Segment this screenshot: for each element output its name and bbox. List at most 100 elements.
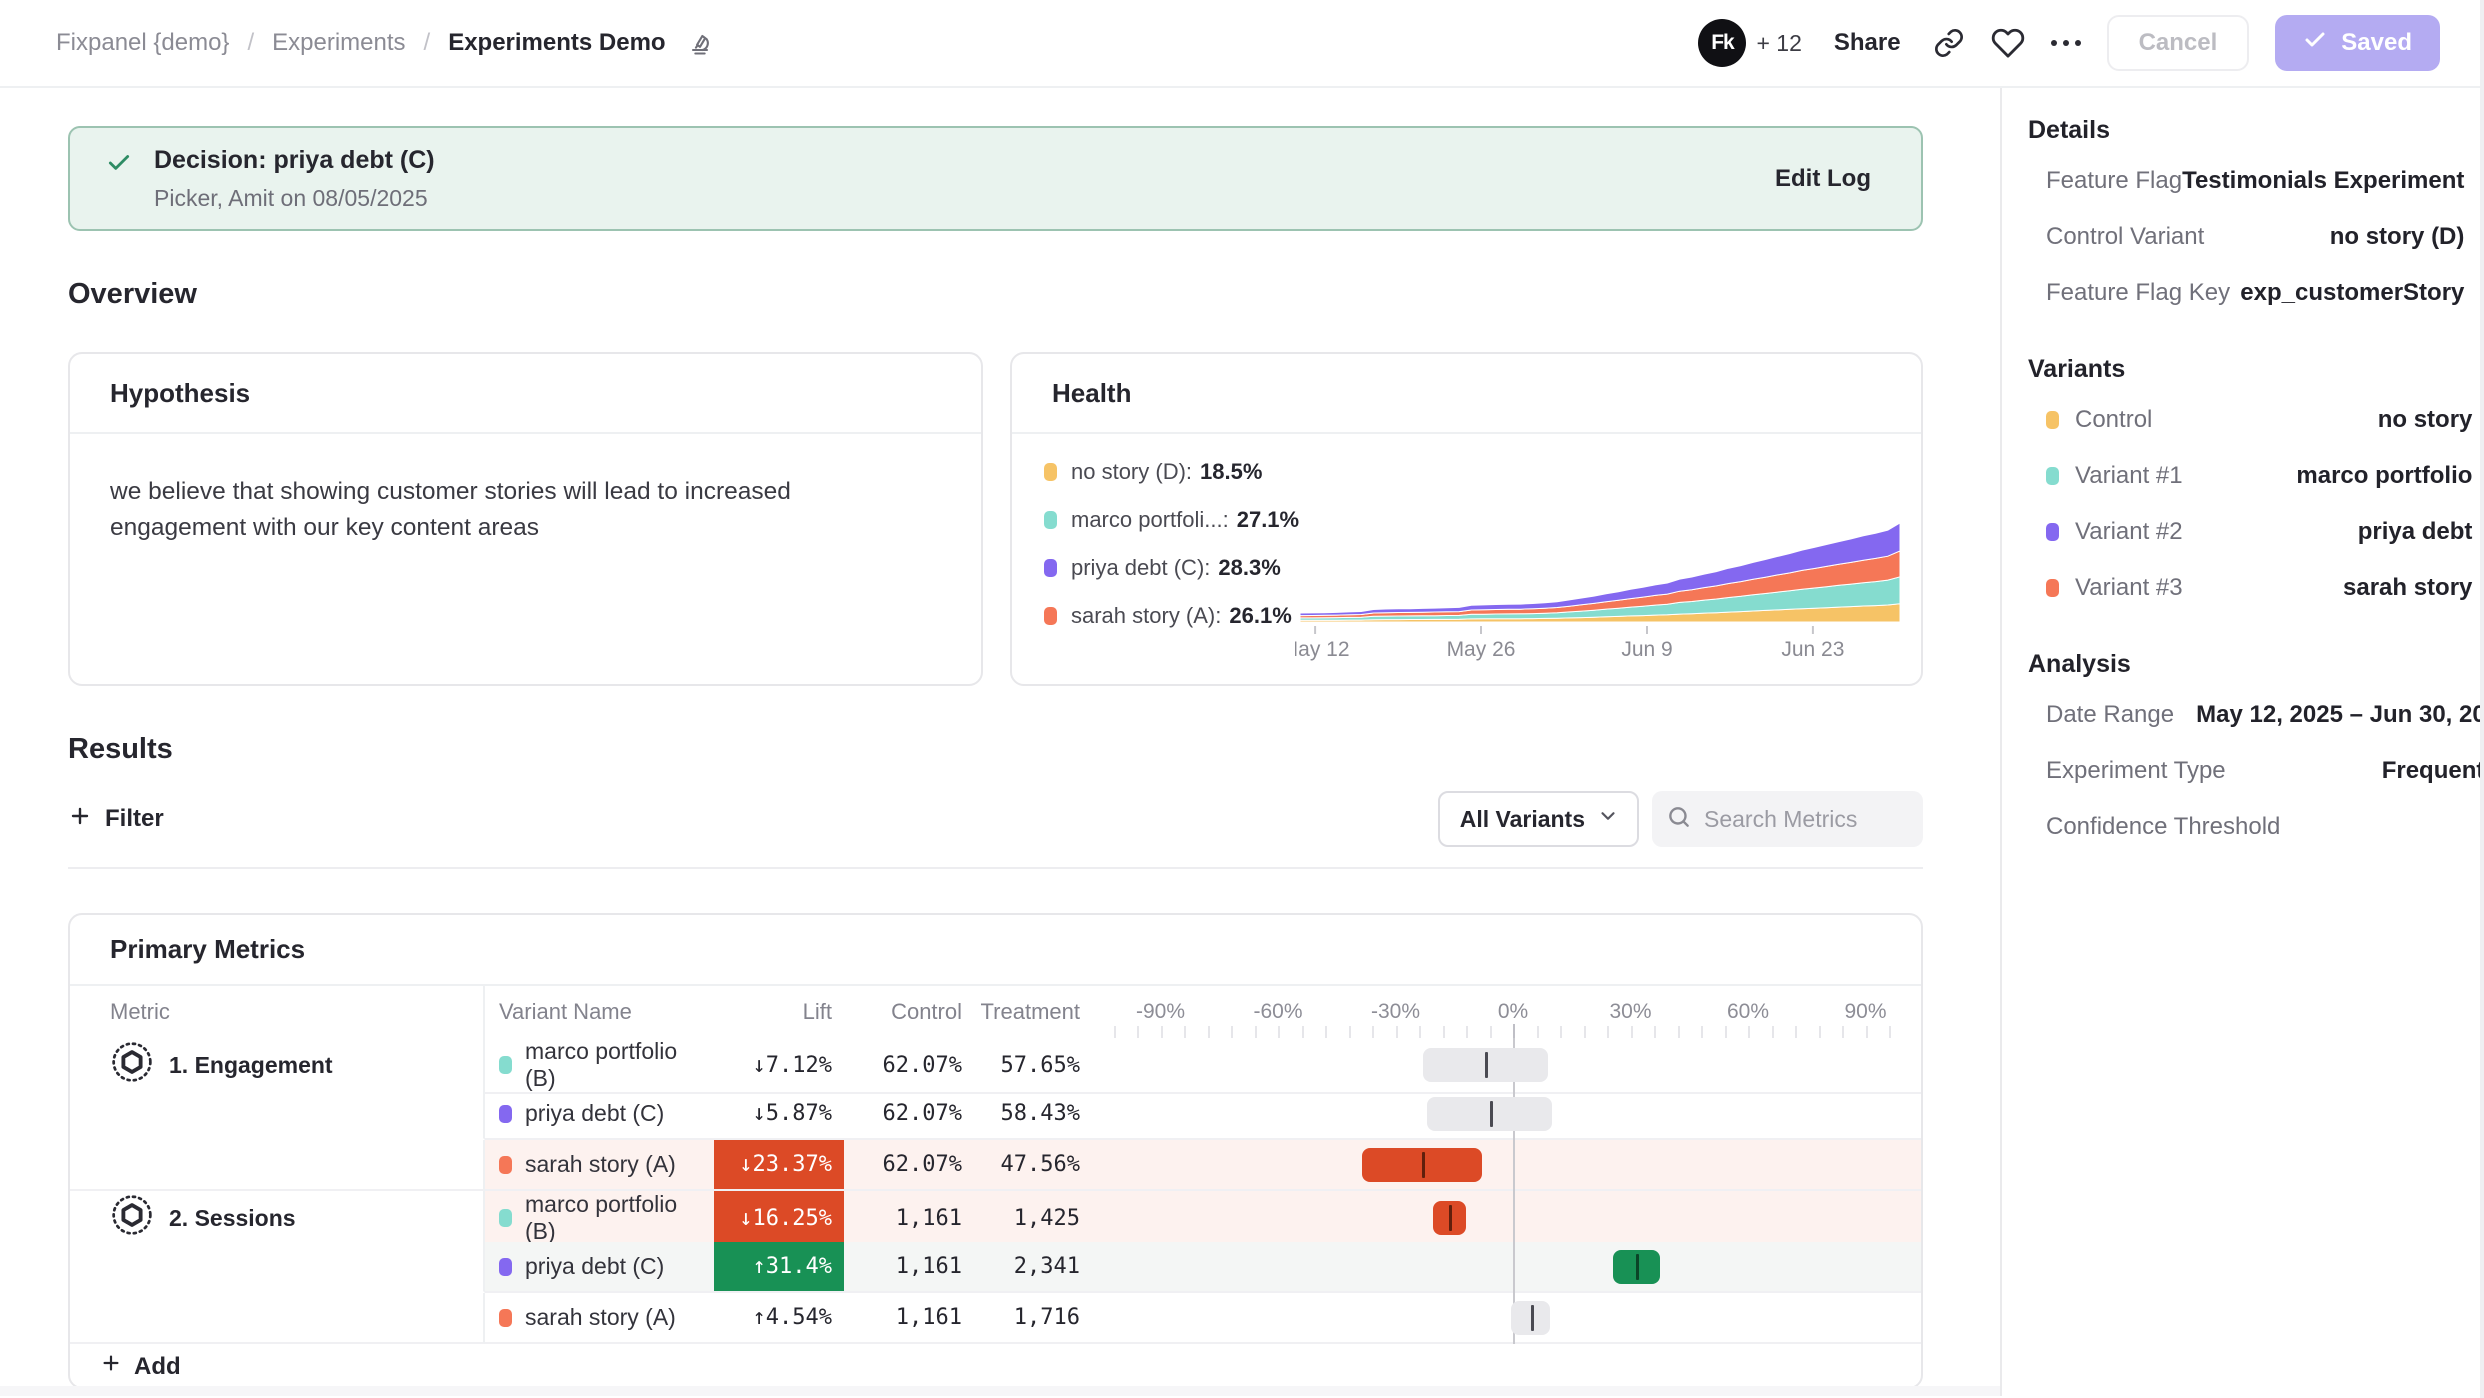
legend-item[interactable]: no story (D): 18.5%	[1044, 448, 1299, 496]
divider	[68, 867, 1923, 869]
svg-text:Jun 23: Jun 23	[1781, 638, 1844, 661]
column-control: Control	[844, 986, 962, 1038]
legend-swatch	[1044, 607, 1057, 625]
confidence-interval-cell	[1080, 1293, 1923, 1344]
add-metric-button[interactable]: Add	[100, 1352, 181, 1381]
legend-label: marco portfoli...:	[1071, 507, 1229, 533]
breadcrumb-experiments[interactable]: Experiments	[272, 29, 405, 57]
cancel-button[interactable]: Cancel	[2107, 15, 2250, 71]
panel-row: Feature FlagTestimonials Experiment	[2028, 153, 2484, 209]
lift-mean-tick	[1490, 1101, 1493, 1127]
legend-label: priya debt (C):	[1071, 555, 1210, 581]
legend-item[interactable]: priya debt (C): 28.3%	[1044, 544, 1299, 592]
plus-icon	[68, 804, 92, 835]
scrollbar[interactable]	[2480, 0, 2484, 1398]
panel-row-label: Control Variant	[2046, 223, 2204, 251]
variant-name-cell: priya debt (C)	[485, 1242, 714, 1293]
variant-name-cell: marco portfolio (B)	[485, 1191, 714, 1247]
control-cell: 62.07%	[844, 1140, 962, 1191]
breadcrumb-separator: /	[424, 29, 431, 57]
health-area-chart: May 12May 26Jun 9Jun 23	[1295, 504, 1905, 662]
decision-banner: Decision: priya debt (C) Picker, Amit on…	[68, 126, 1923, 231]
panel-section-title: Variants	[2028, 355, 2484, 384]
metrics-table-header: Metric Variant Name Lift Control Treatme…	[70, 986, 1921, 1038]
axis-tick-label: -90%	[1136, 1000, 1185, 1024]
legend-value: 26.1%	[1229, 603, 1291, 629]
axis-tick-label: -30%	[1371, 1000, 1420, 1024]
health-title: Health	[1012, 354, 1921, 434]
search-metrics-box[interactable]	[1652, 791, 1923, 847]
share-button[interactable]: Share	[1828, 28, 1907, 58]
axis-tick-label: 0%	[1498, 1000, 1528, 1024]
legend-value: 27.1%	[1237, 507, 1299, 533]
favorite-heart-icon[interactable]	[1991, 26, 2025, 60]
axis-tick-label: 60%	[1727, 1000, 1769, 1024]
search-icon	[1666, 804, 1692, 835]
more-options-icon[interactable]	[2051, 40, 2081, 46]
breadcrumb-current-page: Experiments Demo	[448, 29, 665, 57]
panel-row: Controlno story (D)	[2028, 392, 2484, 448]
variants-filter-dropdown[interactable]: All Variants	[1438, 791, 1639, 847]
metric-row[interactable]: priya debt (C)↓5.87%62.07%58.43%	[70, 1089, 1921, 1140]
metric-row[interactable]: 2. Sessionsmarco portfolio (B)↓16.25%1,1…	[70, 1191, 1921, 1242]
variant-name-cell: priya debt (C)	[485, 1089, 714, 1140]
collaborator-count[interactable]: + 12	[1756, 30, 1801, 57]
lift-cell: ↓7.12%	[714, 1038, 844, 1094]
variant-swatch	[2046, 467, 2059, 485]
metric-row[interactable]: priya debt (C)↑31.4%1,1612,341	[70, 1242, 1921, 1293]
metric-name-cell	[70, 1140, 485, 1191]
legend-value: 28.3%	[1218, 555, 1280, 581]
legend-swatch	[1044, 463, 1057, 481]
svg-text:May 12: May 12	[1295, 638, 1350, 661]
legend-item[interactable]: sarah story (A): 26.1%	[1044, 592, 1299, 640]
panel-row-label: Feature Flag	[2046, 167, 2182, 195]
panel-row-value: May 12, 2025 – Jun 30, 2025	[2196, 701, 2484, 729]
axis-tick-label: -60%	[1253, 1000, 1302, 1024]
metric-target-icon	[110, 1193, 154, 1243]
svg-text:Jun 9: Jun 9	[1621, 638, 1672, 661]
control-cell: 62.07%	[844, 1038, 962, 1094]
variant-swatch	[2046, 411, 2059, 429]
variant-swatch	[2046, 579, 2059, 597]
edit-log-button[interactable]: Edit Log	[1769, 164, 1877, 194]
legend-item[interactable]: marco portfoli...: 27.1%	[1044, 496, 1299, 544]
chevron-down-icon	[1597, 805, 1619, 833]
panel-row-value: Frequentist	[2382, 757, 2484, 785]
panel-row-value: priya debt (C)	[2358, 518, 2484, 546]
control-cell: 62.07%	[844, 1089, 962, 1140]
panel-row: Control Variantno story (D)	[2028, 209, 2484, 265]
metric-row[interactable]: 1. Engagementmarco portfolio (B)↓7.12%62…	[70, 1038, 1921, 1089]
variant-swatch	[499, 1209, 512, 1227]
copy-link-icon[interactable]	[1933, 27, 1965, 59]
lift-mean-tick	[1636, 1254, 1639, 1280]
health-legend: no story (D): 18.5% marco portfoli...: 2…	[1044, 448, 1299, 640]
variant-swatch	[499, 1156, 512, 1174]
add-filter-button[interactable]: Filter	[68, 804, 164, 835]
treatment-cell: 2,341	[962, 1242, 1080, 1293]
avatar[interactable]: Fk	[1698, 19, 1746, 67]
panel-row: Variant #3sarah story (A)	[2028, 560, 2484, 616]
primary-metrics-title: Primary Metrics	[70, 915, 1921, 986]
app-window: Fixpanel {demo} / Experiments / Experime…	[0, 0, 2484, 1398]
variant-label: marco portfolio (B)	[525, 1038, 714, 1092]
metric-label: 2. Sessions	[169, 1205, 296, 1232]
lift-mean-tick	[1485, 1052, 1488, 1078]
variant-name-cell: sarah story (A)	[485, 1293, 714, 1344]
confidence-interval-cell	[1080, 1140, 1923, 1191]
legend-label: no story (D):	[1071, 459, 1192, 485]
metric-row[interactable]: sarah story (A)↑4.54%1,1611,716	[70, 1293, 1921, 1344]
check-icon	[2303, 28, 2327, 59]
metric-name-cell: 1. Engagement	[70, 1038, 485, 1094]
panel-row-value: Testimonials Experiment	[2182, 167, 2464, 195]
metric-row[interactable]: sarah story (A)↓23.37%62.07%47.56%	[70, 1140, 1921, 1191]
column-metric: Metric	[70, 986, 485, 1038]
lift-cell: ↑4.54%	[714, 1293, 844, 1344]
axis-tick-label: 90%	[1844, 1000, 1886, 1024]
variant-swatch	[2046, 523, 2059, 541]
panel-row-value: sarah story (A)	[2343, 574, 2484, 602]
main-content: Decision: priya debt (C) Picker, Amit on…	[0, 88, 2000, 1396]
saved-button[interactable]: Saved	[2275, 15, 2440, 71]
search-metrics-input[interactable]	[1702, 805, 1909, 834]
hypothesis-title: Hypothesis	[70, 354, 981, 434]
breadcrumb-app[interactable]: Fixpanel {demo}	[56, 29, 229, 57]
